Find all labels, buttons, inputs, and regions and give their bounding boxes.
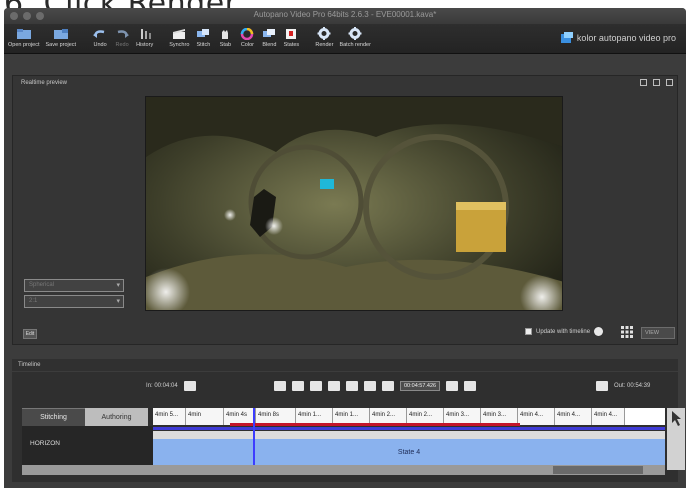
- view-select[interactable]: VIEW: [641, 327, 675, 339]
- horizon-track-header[interactable]: HORIZON: [22, 426, 153, 466]
- marker-icon[interactable]: [464, 381, 477, 391]
- open-project-button[interactable]: Open project: [8, 24, 40, 48]
- undo-button[interactable]: Undo: [92, 24, 108, 48]
- stab-button[interactable]: Stab: [217, 24, 233, 48]
- render-gear-icon: [316, 27, 332, 40]
- clip[interactable]: 4min: [186, 408, 224, 425]
- color-icon: [239, 27, 255, 40]
- batch-render-gear-icon: [347, 27, 363, 40]
- open-project-icon: [16, 27, 32, 40]
- clip[interactable]: 4min 4...: [518, 408, 555, 425]
- play-icon[interactable]: [328, 381, 340, 391]
- stab-icon: [217, 27, 233, 40]
- stitch-button[interactable]: Stitch: [195, 24, 211, 48]
- redo-icon: [114, 27, 130, 40]
- timeline-title: Timeline: [12, 359, 678, 371]
- cursor-tool-icon[interactable]: [667, 408, 685, 438]
- brand-logo: kolor autopano video pro: [560, 32, 676, 44]
- set-in-icon[interactable]: [183, 381, 196, 391]
- render-button[interactable]: Render: [315, 24, 333, 48]
- keyframe-track[interactable]: [153, 431, 665, 439]
- info-icon[interactable]: [594, 327, 604, 336]
- edit-button[interactable]: Edit: [23, 329, 37, 339]
- playhead[interactable]: [253, 408, 255, 468]
- blend-icon: [261, 27, 277, 40]
- loop-icon[interactable]: [446, 381, 459, 391]
- kolor-logo-icon: [560, 32, 573, 43]
- preview-title: Realtime preview: [21, 80, 68, 86]
- current-time-field[interactable]: 00:04:57.426: [400, 381, 441, 391]
- scrollbar-thumb[interactable]: [553, 466, 643, 474]
- panorama-preview-image[interactable]: [145, 96, 563, 311]
- synchro-icon: [171, 27, 187, 40]
- color-button[interactable]: Color: [239, 24, 255, 48]
- grid-icon[interactable]: [621, 326, 633, 338]
- undo-icon: [92, 27, 108, 40]
- clip[interactable]: 4min 4...: [555, 408, 592, 425]
- go-to-end-icon[interactable]: [382, 381, 394, 391]
- title-bar: Autopano Video Pro 64bits 2.6.3 - EVE000…: [4, 8, 686, 24]
- timeline-range-line: [153, 427, 665, 430]
- blend-button[interactable]: Blend: [261, 24, 277, 48]
- out-time: Out: 00:54:39: [614, 383, 651, 389]
- step-back-icon[interactable]: [310, 381, 322, 391]
- step-forward-icon[interactable]: [346, 381, 358, 391]
- selection-range-bar[interactable]: [230, 423, 520, 426]
- save-project-button[interactable]: Save project: [46, 24, 76, 48]
- tab-authoring[interactable]: Authoring: [85, 408, 148, 426]
- clip[interactable]: 4min 4...: [592, 408, 625, 425]
- horizon-scrollbar[interactable]: [22, 465, 153, 475]
- close-panel-icon[interactable]: [666, 79, 673, 86]
- brand-name: kolor autopano video pro: [576, 33, 676, 43]
- batch-render-button[interactable]: Batch render: [339, 24, 371, 48]
- redo-button[interactable]: Redo: [114, 24, 130, 48]
- state-label: State 4: [397, 448, 421, 456]
- go-to-start-icon[interactable]: [274, 381, 286, 391]
- tab-stitching[interactable]: Stitching: [22, 408, 85, 426]
- update-with-timeline-label: Update with timeline: [536, 328, 591, 335]
- realtime-preview-panel: Realtime preview Spherical ▾ 2:1 ▾ Edit …: [12, 75, 678, 345]
- states-icon: [283, 27, 299, 40]
- set-out-icon[interactable]: [596, 381, 608, 391]
- update-with-timeline-checkbox[interactable]: [525, 328, 532, 335]
- state-track[interactable]: State 4: [153, 439, 665, 465]
- clip[interactable]: 4min 5...: [153, 408, 186, 425]
- synchro-button[interactable]: Synchro: [169, 24, 189, 48]
- history-button[interactable]: History: [136, 24, 153, 48]
- save-project-icon: [53, 27, 69, 40]
- app-window: Autopano Video Pro 64bits 2.6.3 - EVE000…: [4, 8, 686, 488]
- timeline-scrollbar[interactable]: [153, 465, 665, 475]
- in-time: In: 00:04:04: [146, 383, 178, 389]
- history-icon: [137, 27, 153, 40]
- detach-panel-icon[interactable]: [640, 79, 647, 86]
- projection-select[interactable]: Spherical: [24, 279, 124, 292]
- stitch-icon: [195, 27, 211, 40]
- states-button[interactable]: States: [283, 24, 299, 48]
- main-toolbar: Open project Save project Undo Redo Hist…: [4, 24, 686, 54]
- fullscreen-icon[interactable]: [653, 79, 660, 86]
- horizon-label: HORIZON: [30, 440, 60, 447]
- ratio-select[interactable]: 2:1: [24, 295, 124, 308]
- previous-cut-icon[interactable]: [292, 381, 304, 391]
- timeline-panel: In: 00:04:04 00:04:57.426 Out: 00:54:39 …: [12, 372, 685, 482]
- underwater-panorama: [146, 97, 562, 310]
- window-title: Autopano Video Pro 64bits 2.6.3 - EVE000…: [253, 10, 437, 19]
- timeline-tools: [667, 408, 685, 470]
- next-cut-icon[interactable]: [364, 381, 376, 391]
